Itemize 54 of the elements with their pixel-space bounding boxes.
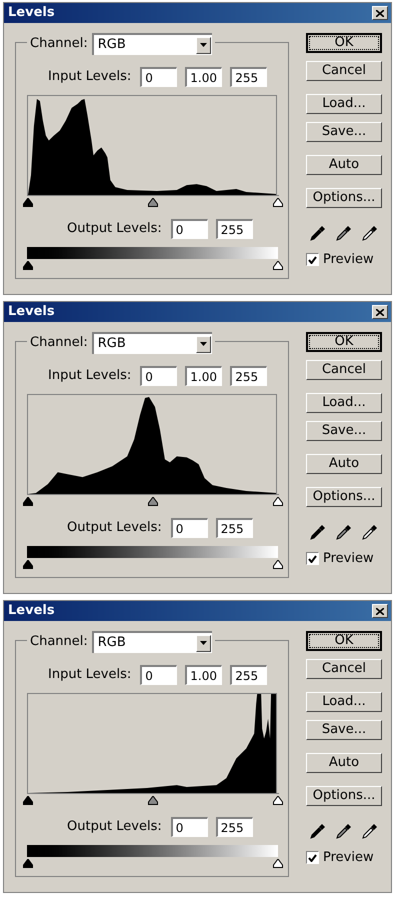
input-level-field[interactable]: 1.00: [185, 665, 222, 685]
input-level-field[interactable]: 255: [230, 366, 268, 386]
channel-dropdown[interactable]: RGB: [92, 631, 212, 653]
input-levels-label: Input Levels:: [48, 68, 132, 86]
window-title: Levels: [8, 303, 55, 322]
output-levels-label: Output Levels:: [67, 519, 162, 538]
channel-dropdown[interactable]: RGB: [92, 33, 212, 55]
input-level-field[interactable]: 255: [230, 67, 268, 87]
dialog-button[interactable]: OK: [306, 33, 382, 53]
dialog-button[interactable]: Auto: [306, 155, 382, 175]
input-level-field[interactable]: 0: [140, 665, 178, 685]
dialog-button[interactable]: Options...: [306, 487, 382, 507]
output-level-field[interactable]: 255: [216, 219, 253, 239]
dialog-button[interactable]: Cancel: [306, 61, 382, 81]
dialog-button[interactable]: Load...: [306, 94, 382, 114]
input-level-field[interactable]: 1.00: [185, 67, 222, 87]
window-title: Levels: [8, 4, 55, 22]
dialog-button[interactable]: Options...: [306, 786, 382, 806]
channel-label: Channel:: [30, 35, 88, 54]
dialog-button[interactable]: Load...: [306, 393, 382, 413]
dialog-button[interactable]: Options...: [306, 188, 382, 208]
output-level-field[interactable]: 0: [170, 518, 208, 538]
dialog-button[interactable]: Cancel: [306, 659, 382, 679]
dialog-button[interactable]: Save...: [306, 122, 382, 142]
channel-value: RGB: [98, 335, 126, 354]
dialog-button[interactable]: Save...: [306, 421, 382, 441]
preview-label: Preview: [323, 849, 374, 867]
output-level-field[interactable]: 0: [170, 817, 208, 837]
input-levels-label: Input Levels:: [48, 666, 132, 684]
channel-label: Channel:: [30, 633, 88, 652]
dialog-button[interactable]: OK: [306, 332, 382, 352]
window-title: Levels: [8, 602, 55, 620]
channel-value: RGB: [98, 36, 126, 54]
dialog-button[interactable]: Auto: [306, 454, 382, 474]
dialog-button[interactable]: Cancel: [306, 360, 382, 380]
output-level-field[interactable]: 255: [216, 518, 253, 538]
input-levels-label: Input Levels:: [48, 367, 132, 386]
preview-label: Preview: [323, 550, 374, 568]
dialog-button[interactable]: Auto: [306, 753, 382, 773]
channel-label: Channel:: [30, 334, 88, 352]
input-level-field[interactable]: 1.00: [185, 366, 222, 386]
output-levels-label: Output Levels:: [67, 818, 162, 836]
preview-label: Preview: [323, 251, 374, 269]
input-level-field[interactable]: 255: [230, 665, 268, 685]
dialog-button[interactable]: Save...: [306, 720, 382, 740]
input-level-field[interactable]: 0: [140, 67, 178, 87]
channel-value: RGB: [98, 634, 126, 652]
output-levels-label: Output Levels:: [67, 220, 162, 238]
dialog-button[interactable]: Load...: [306, 692, 382, 712]
channel-dropdown[interactable]: RGB: [92, 332, 212, 354]
dialog-button[interactable]: OK: [306, 631, 382, 651]
output-level-field[interactable]: 0: [170, 219, 208, 239]
input-level-field[interactable]: 0: [140, 366, 178, 386]
output-level-field[interactable]: 255: [216, 817, 253, 837]
